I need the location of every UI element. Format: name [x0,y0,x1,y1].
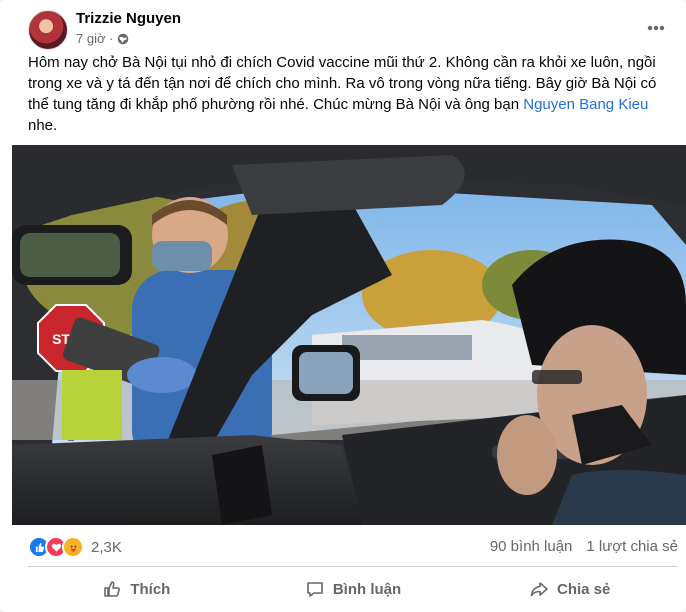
speech-bubble-icon [307,582,323,597]
comment-count[interactable]: 90 bình luận [490,538,573,555]
share-label: Chia sẻ [557,580,611,598]
comment-button[interactable]: Bình luận [245,572,462,606]
share-arrow-icon [530,582,548,597]
post-photo[interactable]: STOP [12,145,686,525]
post-body-end: nhe. [28,117,58,134]
globe-icon [118,33,129,44]
post-card: Trizzie Nguyen 7 giờ · Hôm nay chở Bà Nộ… [0,0,686,612]
avatar[interactable] [28,10,68,50]
share-button[interactable]: Chia sẻ [461,572,678,606]
post-time[interactable]: 7 giờ · [76,31,113,46]
ellipsis-icon [647,25,665,31]
divider [28,566,678,567]
heart-icon [51,543,61,552]
like-label: Thích [130,580,171,598]
thumb-up-icon [104,581,121,597]
comment-label: Bình luận [332,580,402,598]
more-options-button[interactable] [644,16,668,40]
author-name[interactable]: Trizzie Nguyen [76,10,181,27]
engagement-counts: 90 bình luận 1 lượt chia sẻ [490,538,678,555]
post-actions: Thích Bình luận Chia sẻ [28,572,678,606]
care-reaction-icon [62,536,84,558]
post-stats: 2,3K 90 bình luận 1 lượt chia sẻ [28,536,678,558]
post-header: Trizzie Nguyen 7 giờ · [28,10,678,50]
photo-scene: STOP [12,145,686,525]
thumb-up-icon [35,542,44,552]
hug-face-icon [70,545,76,552]
mention-link[interactable]: Nguyen Bang Kieu [523,96,648,113]
reactions-summary[interactable]: 2,3K [28,536,122,558]
like-button[interactable]: Thích [28,572,245,606]
post-meta: 7 giờ · [76,31,129,46]
share-count[interactable]: 1 lượt chia sẻ [586,538,678,555]
reaction-count[interactable]: 2,3K [91,539,122,556]
post-text: Hôm nay chở Bà Nội tụi nhỏ đi chích Covi… [28,52,668,136]
